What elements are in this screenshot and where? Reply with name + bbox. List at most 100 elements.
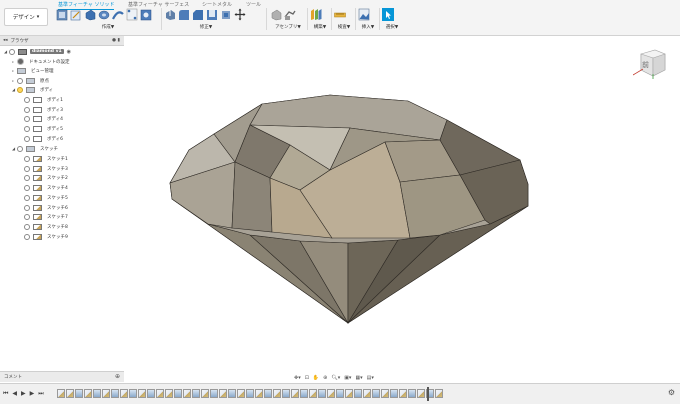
offset-plane-icon[interactable]: [310, 8, 322, 21]
timeline-sketch-feature[interactable]: [309, 389, 317, 398]
scale-icon[interactable]: [220, 8, 232, 21]
timeline-body-feature[interactable]: [390, 389, 398, 398]
timeline-sketch-feature[interactable]: [219, 389, 227, 398]
gear-icon[interactable]: ⚙: [668, 388, 675, 397]
timeline-sketch-feature[interactable]: [435, 389, 443, 398]
timeline-body-feature[interactable]: [372, 389, 380, 398]
tree-node-named-views[interactable]: ▹ ビュー管理: [12, 66, 56, 75]
tab-surface[interactable]: 基準フィーチャ サーフェス: [128, 1, 189, 8]
diamond-model[interactable]: [124, 36, 680, 370]
orbit-icon[interactable]: ✥▾: [294, 375, 301, 381]
timeline-sketch-feature[interactable]: [201, 389, 209, 398]
canvas-viewport[interactable]: 前: [124, 36, 680, 370]
display-settings-icon[interactable]: ▣▾: [344, 375, 351, 381]
visibility-bulb-icon[interactable]: [24, 233, 30, 240]
timeline-body-feature[interactable]: [336, 389, 344, 398]
visibility-bulb-icon[interactable]: [24, 213, 30, 220]
select-cursor-icon[interactable]: [382, 8, 394, 21]
timeline-sketch-feature[interactable]: [138, 389, 146, 398]
look-at-icon[interactable]: ⊡: [305, 375, 309, 381]
timeline-sketch-feature[interactable]: [291, 389, 299, 398]
tree-node-sketch[interactable]: スケッチ6: [24, 203, 70, 212]
sweep-icon[interactable]: [112, 8, 124, 21]
tree-node-sketch[interactable]: スケッチ4: [24, 183, 70, 192]
press-pull-icon[interactable]: [164, 8, 176, 21]
collapse-icon[interactable]: ◂◂: [3, 38, 8, 43]
loft-icon[interactable]: [126, 8, 138, 21]
hole-icon[interactable]: [140, 8, 152, 21]
create-group-label[interactable]: 作成▼: [56, 24, 160, 30]
visibility-bulb-icon[interactable]: [17, 86, 23, 93]
inspect-group-label[interactable]: 検査▼: [334, 24, 354, 30]
insert-group-label[interactable]: 挿入▼: [358, 24, 378, 30]
timeline-sketch-feature[interactable]: [102, 389, 110, 398]
tree-node-sketches[interactable]: ◢ スケッチ: [12, 144, 60, 153]
timeline-sketch-feature[interactable]: [399, 389, 407, 398]
tree-node-body[interactable]: ボディ1: [24, 95, 65, 104]
tree-node-sketch[interactable]: スケッチ1: [24, 154, 70, 163]
tab-sheet-metal[interactable]: シートメタル: [202, 1, 232, 8]
view-cube-icon[interactable]: [632, 46, 669, 80]
timeline-sketch-feature[interactable]: [66, 389, 74, 398]
visibility-bulb-icon[interactable]: [24, 96, 30, 103]
timeline-sketch-feature[interactable]: [381, 389, 389, 398]
tree-node-root[interactable]: ◢ diamond v1 ◉: [4, 47, 71, 56]
modify-group-label[interactable]: 修正▼: [164, 24, 248, 30]
visibility-bulb-icon[interactable]: [24, 174, 30, 181]
timeline-body-feature[interactable]: [408, 389, 416, 398]
tree-node-sketch[interactable]: スケッチ9: [24, 232, 70, 241]
create-sketch-icon[interactable]: [70, 8, 82, 21]
timeline-body-feature[interactable]: [264, 389, 272, 398]
move-icon[interactable]: [234, 8, 246, 21]
tree-node-document-settings[interactable]: ▹ ドキュメントの設定: [12, 57, 72, 66]
grid-settings-icon[interactable]: ▦▾: [355, 375, 362, 381]
timeline-sketch-feature[interactable]: [363, 389, 371, 398]
visibility-bulb-icon[interactable]: [24, 204, 30, 211]
tree-node-sketch[interactable]: スケッチ3: [24, 164, 70, 173]
pan-icon[interactable]: ✋: [313, 375, 319, 381]
workspace-switcher[interactable]: デザイン ▾: [4, 8, 48, 26]
timeline-sketch-feature[interactable]: [84, 389, 92, 398]
visibility-bulb-icon[interactable]: [24, 115, 30, 122]
timeline-marker[interactable]: [427, 387, 429, 401]
visibility-bulb-icon[interactable]: [24, 194, 30, 201]
select-group-label[interactable]: 選択▼: [382, 24, 402, 30]
chamfer-icon[interactable]: [192, 8, 204, 21]
zoom-icon[interactable]: ⊕: [323, 375, 327, 381]
tree-node-sketch[interactable]: スケッチ7: [24, 212, 70, 221]
step-forward-icon[interactable]: ▶: [30, 390, 35, 398]
play-icon[interactable]: ▶: [21, 390, 26, 398]
tree-node-bodies[interactable]: ◢ ボディ: [12, 85, 55, 94]
timeline-body-feature[interactable]: [111, 389, 119, 398]
visibility-bulb-icon[interactable]: [24, 155, 30, 162]
viewports-icon[interactable]: ▤▾: [367, 375, 374, 381]
tree-node-body[interactable]: ボディ5: [24, 124, 65, 133]
timeline-body-feature[interactable]: [192, 389, 200, 398]
timeline-body-feature[interactable]: [300, 389, 308, 398]
timeline-body-feature[interactable]: [210, 389, 218, 398]
timeline-sketch-feature[interactable]: [57, 389, 65, 398]
revolve-icon[interactable]: [98, 8, 110, 21]
timeline-sketch-feature[interactable]: [165, 389, 173, 398]
timeline-sketch-feature[interactable]: [417, 389, 425, 398]
add-comment-icon[interactable]: ⊕: [115, 373, 120, 380]
visibility-bulb-icon[interactable]: [17, 77, 23, 84]
timeline-body-feature[interactable]: [318, 389, 326, 398]
radio-icon[interactable]: ◉: [67, 49, 71, 55]
tree-node-body[interactable]: ボディ3: [24, 105, 65, 114]
go-to-end-icon[interactable]: ⏭: [38, 390, 43, 398]
visibility-bulb-icon[interactable]: [24, 135, 30, 142]
tab-tools[interactable]: ツール: [246, 1, 261, 8]
timeline-body-feature[interactable]: [93, 389, 101, 398]
timeline-body-feature[interactable]: [174, 389, 182, 398]
insert-image-icon[interactable]: [358, 8, 370, 21]
fillet-icon[interactable]: [178, 8, 190, 21]
visibility-bulb-icon[interactable]: [17, 145, 23, 152]
measure-icon[interactable]: [334, 8, 346, 21]
step-back-icon[interactable]: ◀: [12, 390, 17, 398]
tree-node-sketch[interactable]: スケッチ8: [24, 222, 70, 231]
visibility-bulb-icon[interactable]: [24, 165, 30, 172]
timeline-body-feature[interactable]: [75, 389, 83, 398]
timeline-sketch-feature[interactable]: [183, 389, 191, 398]
timeline-body-feature[interactable]: [228, 389, 236, 398]
